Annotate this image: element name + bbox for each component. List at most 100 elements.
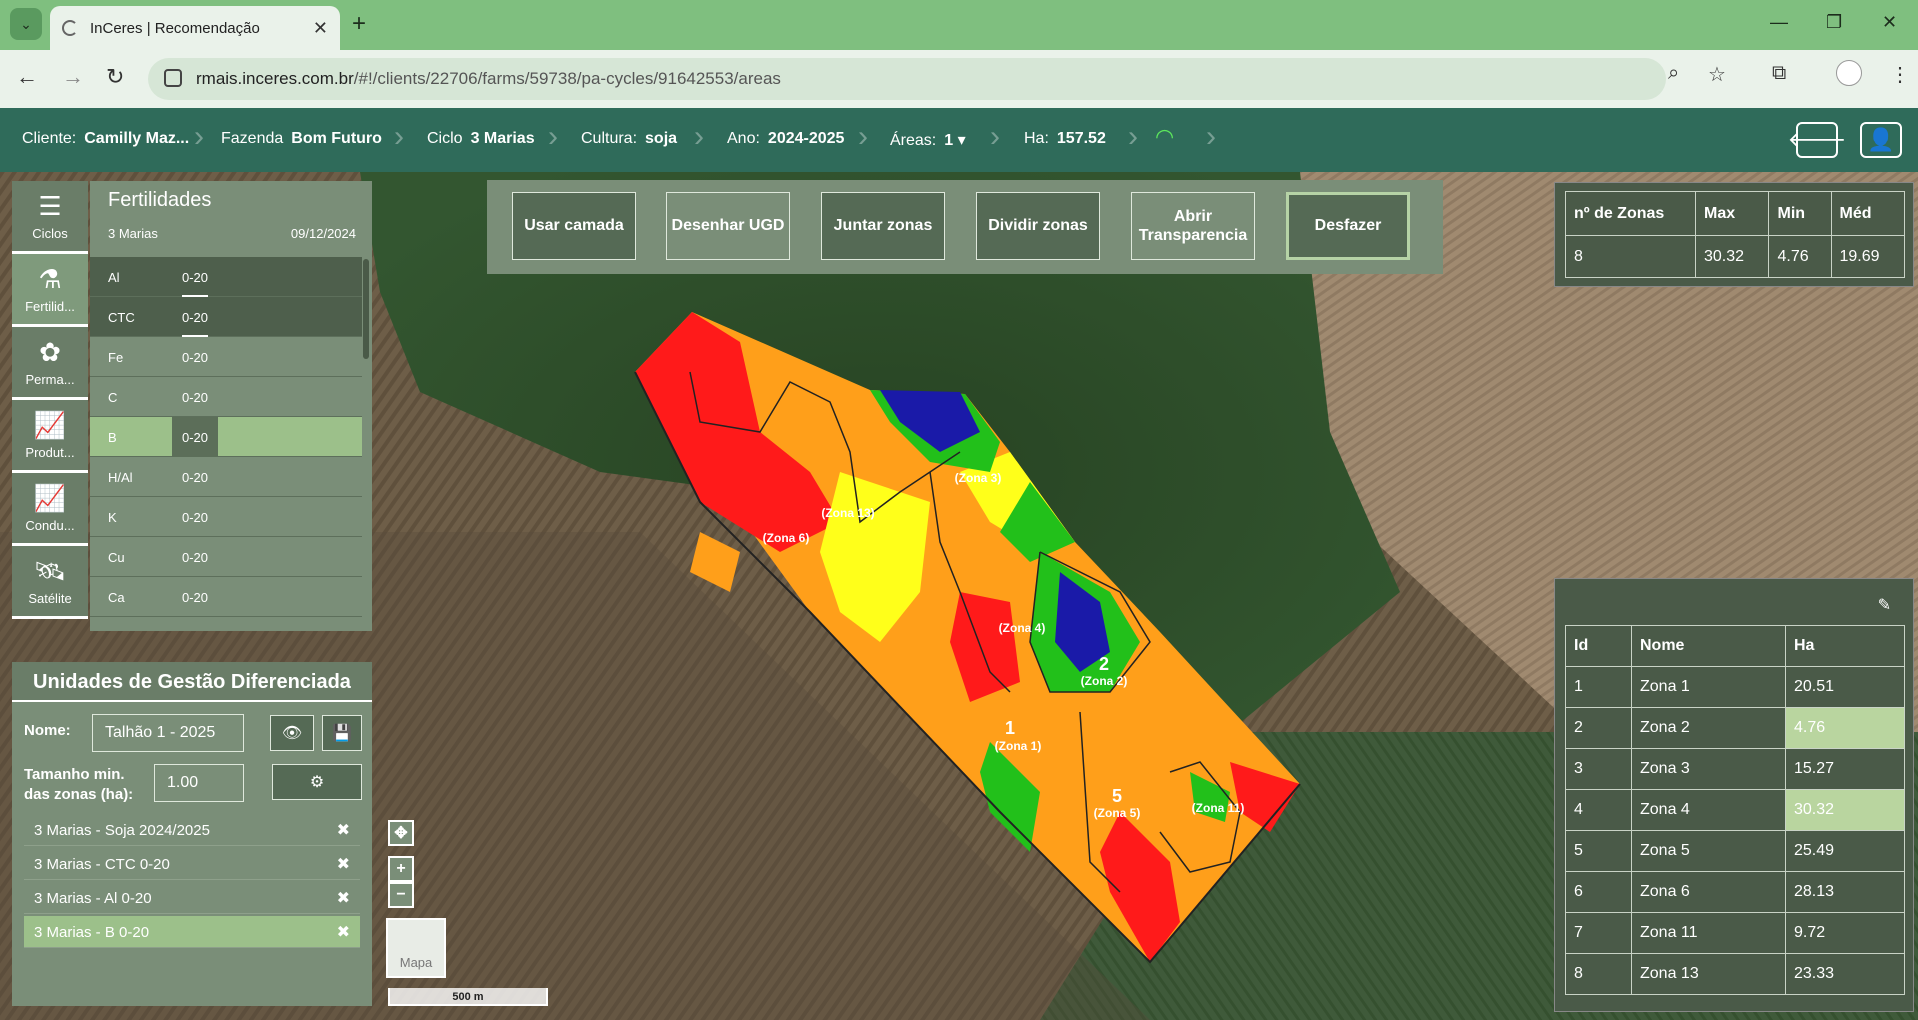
fert-row[interactable]: C 0-20 — [90, 377, 362, 417]
profile-avatar[interactable] — [1836, 60, 1862, 86]
browser-tab[interactable]: InCeres | Recomendação ✕ — [50, 6, 340, 50]
sidenav-fertilidades[interactable]: ⚗ Fertilid... — [12, 254, 88, 327]
chart-line-icon: 📈 — [33, 483, 67, 513]
sidenav-condutividade[interactable]: 📈 Condu... — [12, 473, 88, 546]
layer-item[interactable]: 3 Marias - Al 0-20 ✖ — [24, 882, 360, 914]
chevron-right-icon: › — [858, 120, 868, 153]
user-icon-button[interactable]: 👤 — [1860, 122, 1902, 158]
fert-row[interactable]: CTC 0-20 — [90, 297, 362, 337]
table-row[interactable]: 2 Zona 2 4.76 — [1565, 707, 1905, 749]
usar-camada-button[interactable]: Usar camada — [512, 192, 636, 260]
crumb-cliente[interactable]: Cliente: Camilly Maz... — [22, 130, 189, 148]
menu-icon[interactable]: ⋮ — [1890, 62, 1910, 87]
minimize-icon[interactable]: — — [1770, 12, 1788, 33]
table-row[interactable]: 7 Zona 11 9.72 — [1565, 912, 1905, 954]
chevron-right-icon: › — [990, 120, 1000, 153]
remove-icon[interactable]: ✖ — [337, 820, 350, 840]
reload-icon[interactable]: ↻ — [106, 64, 124, 90]
zoom-icon[interactable]: ⌕ — [1668, 62, 1679, 85]
plants-icon: ✿ — [39, 337, 61, 367]
save-button[interactable]: 💾 — [322, 715, 362, 751]
abrir-transparencia-button[interactable]: Abrir Transparencia — [1131, 192, 1255, 260]
list-icon: ☰ — [38, 191, 62, 221]
site-info-icon[interactable] — [164, 69, 182, 87]
url-field[interactable]: rmais.inceres.com.br/#!/clients/22706/fa… — [148, 58, 1666, 100]
zone-num-1: 1 — [1005, 718, 1015, 738]
fert-row-selected[interactable]: B 0-20 — [90, 417, 362, 457]
close-tab-icon[interactable]: ✕ — [313, 18, 328, 39]
panel-title: Fertilidades — [108, 189, 212, 211]
zone-label-1: (Zona 1) — [995, 739, 1042, 753]
min-ha-cell: 4.76 — [1785, 707, 1905, 749]
visibility-eye-button[interactable]: 👁 — [270, 715, 314, 751]
sidenav-ciclos[interactable]: ☰ Ciclos — [12, 181, 88, 254]
pan-move-icon[interactable]: ✥ — [388, 820, 414, 846]
zone-label-5: (Zona 5) — [1094, 806, 1141, 820]
satellite-icon: 🛰 — [33, 556, 67, 586]
stats-header: Max — [1694, 191, 1770, 236]
table-row[interactable]: 3 Zona 3 15.27 — [1565, 748, 1905, 790]
crumb-areas[interactable]: Áreas: 1 ▾ — [890, 130, 966, 150]
table-row[interactable]: 4 Zona 4 30.32 — [1565, 789, 1905, 831]
panel-scrollbar[interactable] — [363, 259, 369, 359]
table-row[interactable]: 6 Zona 6 28.13 — [1565, 871, 1905, 913]
sidenav-produtividade[interactable]: 📈 Produt... — [12, 400, 88, 473]
juntar-zonas-button[interactable]: Juntar zonas — [821, 192, 945, 260]
zones-panel: ✎ Id Nome Ha 1 Zona 1 20.51 2 Zona 2 4.76 3Z… — [1554, 578, 1914, 1012]
crumb-cultura[interactable]: Cultura: soja — [581, 130, 677, 148]
tamanho-label-2: das zonas (ha): — [24, 786, 134, 803]
dividir-zonas-button[interactable]: Dividir zonas — [976, 192, 1100, 260]
desenhar-ugd-button[interactable]: Desenhar UGD — [666, 192, 790, 260]
crumb-fazenda[interactable]: Fazenda Bom Futuro — [221, 130, 382, 148]
layer-item[interactable]: 3 Marias - Soja 2024/2025 ✖ — [24, 814, 360, 846]
chevron-down-icon: ▾ — [957, 132, 966, 149]
remove-icon[interactable]: ✖ — [337, 854, 350, 874]
crumb-ha: Ha: 157.52 — [1024, 130, 1106, 147]
basemap-toggle[interactable]: Mapa — [386, 918, 446, 978]
fert-row[interactable]: H/Al 0-20 — [90, 457, 362, 497]
tab-search-button[interactable]: ⌄ — [10, 8, 42, 40]
extensions-icon[interactable]: ⧉ — [1772, 62, 1786, 85]
wifi-icon: ◠ — [1155, 124, 1175, 149]
browser-tab-bar: ⌄ InCeres | Recomendação ✕ + — ❐ ✕ — [0, 0, 1918, 50]
table-row[interactable]: 8 Zona 13 23.33 — [1565, 953, 1905, 995]
tamanho-input[interactable]: 1.00 — [154, 764, 244, 802]
fert-row[interactable]: Al 0-20 — [90, 257, 362, 297]
sidenav-satelite[interactable]: 🛰 Satélite — [12, 546, 88, 619]
zone-label-13: (Zona 13) — [821, 506, 874, 520]
restore-icon[interactable]: ❐ — [1826, 12, 1842, 33]
close-window-icon[interactable]: ✕ — [1882, 12, 1897, 33]
layer-item-selected[interactable]: 3 Marias - B 0-20 ✖ — [24, 916, 360, 948]
stats-cell: 30.32 — [1694, 235, 1770, 278]
stats-header: Min — [1768, 191, 1832, 236]
back-arrow-button[interactable]: 🡐 — [1788, 122, 1847, 158]
crumb-ano[interactable]: Ano: 2024-2025 — [727, 130, 844, 148]
zone-label-6: (Zona 6) — [763, 531, 810, 545]
forward-icon[interactable]: → — [62, 64, 84, 90]
ugd-panel: Unidades de Gestão Diferenciada Nome: Ta… — [12, 662, 372, 1006]
fert-row[interactable]: Ca 0-20 — [90, 577, 362, 617]
new-tab-button[interactable]: + — [352, 10, 366, 38]
zoom-out-button[interactable]: − — [388, 882, 414, 908]
crumb-ciclo[interactable]: Ciclo 3 Marias — [427, 130, 535, 148]
table-row[interactable]: 5 Zona 5 25.49 — [1565, 830, 1905, 872]
back-icon[interactable]: ← — [16, 64, 38, 90]
url-host: rmais.inceres.com.br — [196, 69, 354, 88]
edit-pencil-icon[interactable]: ✎ — [1878, 595, 1891, 615]
zoom-in-button[interactable]: + — [388, 856, 414, 882]
fert-row[interactable]: Fe 0-20 — [90, 337, 362, 377]
fert-row[interactable]: K 0-20 — [90, 497, 362, 537]
remove-icon[interactable]: ✖ — [337, 888, 350, 908]
fert-row[interactable]: Cu 0-20 — [90, 537, 362, 577]
scale-bar: 500 m — [388, 988, 548, 1006]
remove-icon[interactable]: ✖ — [337, 922, 350, 942]
nome-label: Nome: — [24, 722, 71, 739]
desfazer-button[interactable]: Desfazer — [1286, 192, 1410, 260]
generate-zones-button[interactable]: ⚙ — [272, 764, 362, 800]
nome-input[interactable]: Talhão 1 - 2025 — [92, 714, 244, 752]
table-row[interactable]: 1 Zona 1 20.51 — [1565, 666, 1905, 708]
bookmark-star-icon[interactable]: ☆ — [1708, 62, 1726, 87]
tab-title: InCeres | Recomendação — [90, 19, 260, 37]
sidenav-permanentes[interactable]: ✿ Perma... — [12, 327, 88, 400]
layer-item[interactable]: 3 Marias - CTC 0-20 ✖ — [24, 848, 360, 880]
